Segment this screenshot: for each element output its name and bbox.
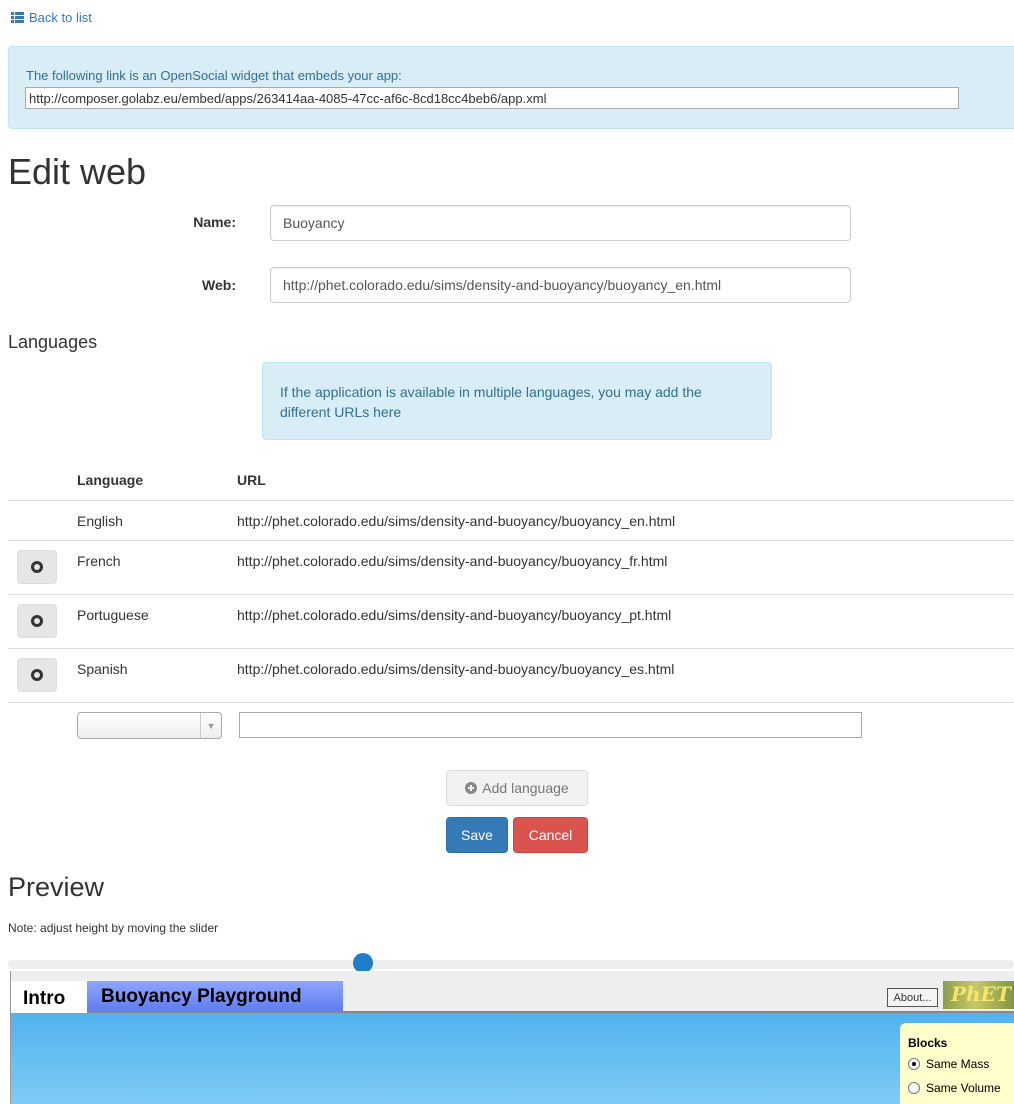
radio-same-mass[interactable]: Same Mass (908, 1057, 989, 1071)
blocks-control-panel: Blocks Same Mass Same Volume (900, 1023, 1014, 1104)
new-url-input[interactable] (239, 712, 862, 738)
url-cell: http://phet.colorado.edu/sims/density-an… (237, 661, 675, 677)
radio-selected-icon (908, 1058, 920, 1070)
add-language-button[interactable]: Add language (446, 770, 588, 806)
web-url-input[interactable] (270, 267, 851, 303)
row-divider (8, 702, 1014, 703)
sim-play-area (11, 1013, 1014, 1104)
radio-unselected-icon (908, 1082, 920, 1094)
row-divider (8, 540, 1014, 541)
blocks-title: Blocks (908, 1036, 948, 1050)
radio-label: Same Volume (926, 1081, 1001, 1095)
sim-tab-bar: Intro Buoyancy Playground About... PhET (11, 971, 1014, 1013)
list-icon (11, 12, 24, 23)
language-cell: French (77, 553, 121, 569)
cancel-button[interactable]: Cancel (513, 817, 588, 853)
row-divider (8, 594, 1014, 595)
column-header-language: Language (77, 472, 144, 488)
add-language-label: Add language (482, 780, 569, 796)
languages-heading: Languages (8, 332, 98, 352)
name-input[interactable] (270, 205, 851, 241)
column-header-url: URL (237, 472, 266, 488)
remove-language-button[interactable] (17, 604, 57, 638)
height-slider-handle[interactable] (353, 953, 373, 973)
language-cell: English (77, 513, 123, 529)
tab-buoyancy-playground[interactable]: Buoyancy Playground (87, 981, 343, 1011)
languages-info-alert: If the application is available in multi… (262, 362, 772, 440)
preview-frame[interactable]: Intro Buoyancy Playground About... PhET … (10, 971, 1014, 1104)
remove-language-button[interactable] (17, 658, 57, 692)
page-title: Edit web (8, 151, 147, 192)
remove-icon (31, 561, 43, 573)
language-cell: Portuguese (77, 607, 149, 623)
back-to-list-link[interactable]: Back to list (11, 10, 92, 25)
new-language-select[interactable]: ▼ (77, 712, 222, 739)
remove-icon (31, 615, 43, 627)
preview-heading: Preview (8, 872, 105, 902)
widget-info-text: The following link is an OpenSocial widg… (26, 68, 402, 83)
remove-icon (31, 669, 43, 681)
widget-info-alert: The following link is an OpenSocial widg… (8, 46, 1014, 129)
phet-logo: PhET (943, 981, 1014, 1009)
about-button[interactable]: About... (887, 988, 938, 1007)
plus-circle-icon (465, 782, 478, 794)
web-label: Web: (202, 277, 236, 293)
chevron-down-icon: ▼ (200, 713, 221, 738)
tab-intro[interactable]: Intro (11, 981, 87, 1013)
row-divider (8, 648, 1014, 649)
save-button[interactable]: Save (446, 817, 508, 853)
name-label: Name: (193, 214, 236, 230)
table-header-divider (8, 500, 1014, 501)
height-slider-track[interactable] (8, 960, 1014, 969)
widget-url-field[interactable] (25, 87, 959, 109)
remove-language-button[interactable] (17, 550, 57, 584)
back-to-list-label: Back to list (29, 10, 92, 25)
url-cell: http://phet.colorado.edu/sims/density-an… (237, 513, 676, 529)
url-cell: http://phet.colorado.edu/sims/density-an… (237, 607, 672, 623)
language-cell: Spanish (77, 661, 128, 677)
preview-note: Note: adjust height by moving the slider (8, 921, 219, 935)
radio-label: Same Mass (926, 1057, 990, 1071)
radio-same-volume[interactable]: Same Volume (908, 1081, 1001, 1095)
url-cell: http://phet.colorado.edu/sims/density-an… (237, 553, 668, 569)
